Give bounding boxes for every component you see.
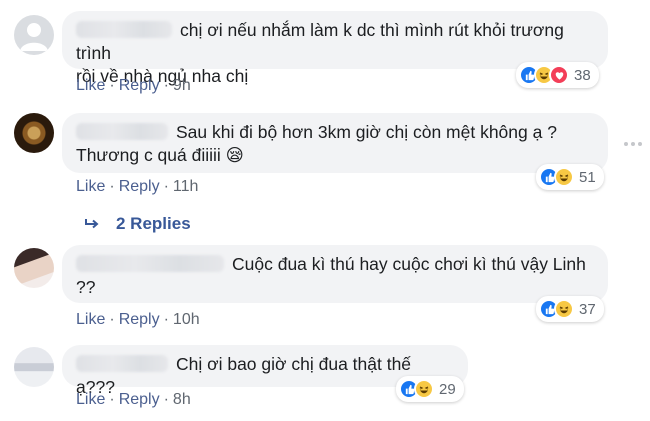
view-replies-link[interactable]: 2 Replies [84,214,191,234]
avatar-photo[interactable] [14,113,54,153]
more-options-icon[interactable] [624,142,642,146]
commenter-name-blurred[interactable] [76,355,168,372]
like-link[interactable]: Like [76,77,105,94]
comment-bubble: chị ơi nếu nhắm làm k dc thì mình rút kh… [62,11,608,86]
like-link[interactable]: Like [76,311,105,328]
comment-bubble: Sau khi đi bộ hơn 3km giờ chị còn mệt kh… [62,113,608,173]
comment-actions: Like · Reply · 10h [76,311,200,328]
comment-actions: Like · Reply · 11h [76,178,199,195]
replies-count-label[interactable]: 2 Replies [116,214,191,234]
reaction-summary[interactable]: 51 [536,164,604,190]
reply-link[interactable]: Reply [119,77,160,94]
reply-link[interactable]: Reply [119,178,160,195]
haha-icon [554,167,574,187]
reaction-summary[interactable]: 38 [516,62,599,88]
love-icon [549,65,569,85]
reply-link[interactable]: Reply [119,391,160,408]
comment-text-line2: Thương c quá điiiii [76,145,221,165]
comment-text-line1: Sau khi đi bộ hơn 3km giờ chị còn mệt kh… [176,122,557,142]
reaction-count: 51 [579,168,596,186]
like-link[interactable]: Like [76,178,105,195]
sleepy-emoji: 😪 [225,146,244,166]
commenter-name-blurred[interactable] [76,255,224,272]
haha-icon [554,299,574,319]
comment-actions: Like · Reply · 9h [76,77,191,94]
reaction-summary[interactable]: 29 [396,376,464,402]
timestamp[interactable]: 9h [173,77,191,94]
haha-icon [414,379,434,399]
comment-text-line1: Cuộc đua kì thú hay cuộc chơi kì thú vậy… [232,254,586,274]
timestamp[interactable]: 10h [173,311,200,328]
avatar-photo[interactable] [14,347,54,387]
commenter-name-blurred[interactable] [76,21,172,38]
reply-link[interactable]: Reply [119,311,160,328]
comment-bubble: Cuộc đua kì thú hay cuộc chơi kì thú vậy… [62,245,608,303]
timestamp[interactable]: 11h [173,178,199,195]
reaction-summary[interactable]: 37 [536,296,604,322]
avatar-photo[interactable] [14,248,54,288]
comment-actions: Like · Reply · 8h [76,391,191,408]
timestamp[interactable]: 8h [173,391,191,408]
comment-text-line2: ?? [76,277,96,297]
avatar-default[interactable] [14,15,54,55]
reaction-count: 29 [439,380,456,398]
reaction-count: 38 [574,66,591,84]
reaction-count: 37 [579,300,596,318]
commenter-name-blurred[interactable] [76,123,168,140]
like-link[interactable]: Like [76,391,105,408]
reply-arrow-icon [85,219,99,229]
